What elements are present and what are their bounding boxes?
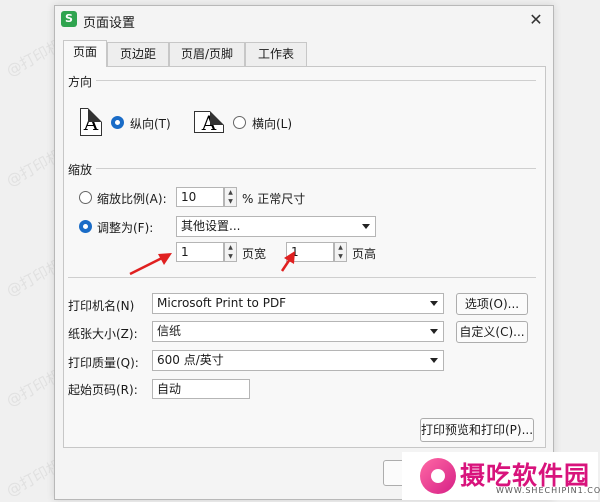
- tab-page[interactable]: 页面: [63, 40, 107, 67]
- logo-mark-icon: [420, 458, 456, 494]
- logo-url: WWW.SHECHIPIN1.COM: [496, 486, 600, 495]
- annotation-arrowhead: [284, 251, 295, 264]
- annotation-arrows: [129, 251, 295, 276]
- site-logo: 摄吃软件园 WWW.SHECHIPIN1.COM: [402, 452, 600, 500]
